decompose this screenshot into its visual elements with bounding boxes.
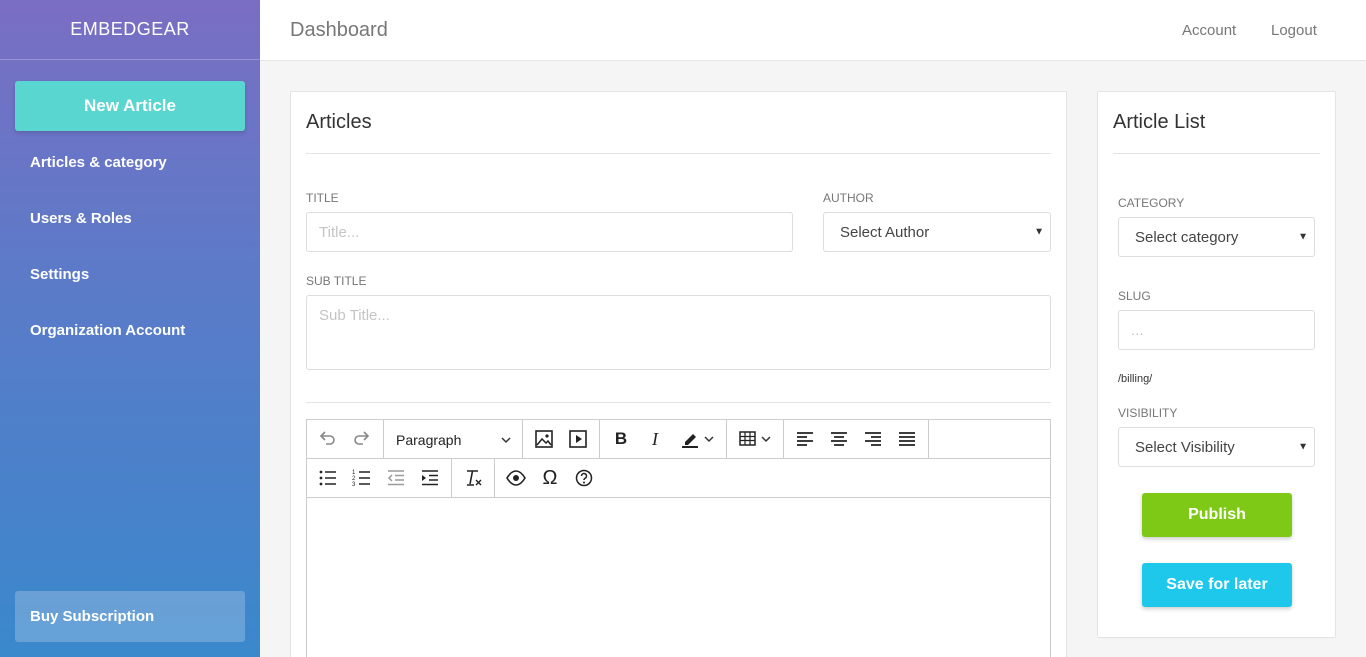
format-group: B I — [600, 420, 727, 458]
author-label: AUTHOR — [823, 191, 874, 205]
clear-format-icon[interactable] — [459, 464, 487, 492]
subtitle-input[interactable] — [306, 295, 1051, 370]
image-icon[interactable] — [530, 425, 558, 453]
sidebar-item-articles-category[interactable]: Articles & category — [30, 154, 167, 171]
sidebar-item-organization-account[interactable]: Organization Account — [30, 322, 185, 339]
italic-icon[interactable]: I — [641, 425, 669, 453]
paragraph-select-value: Paragraph — [396, 432, 462, 448]
align-left-icon[interactable] — [791, 425, 819, 453]
divider — [1113, 153, 1320, 154]
align-center-icon[interactable] — [825, 425, 853, 453]
chevron-down-icon — [501, 437, 511, 444]
editor-toolbar-row-1: Paragraph B I — [307, 420, 1050, 459]
caret-down-icon: ▼ — [1034, 226, 1044, 238]
article-list-card — [1097, 91, 1336, 638]
sidebar-item-users-roles[interactable]: Users & Roles — [30, 210, 132, 227]
align-right-icon[interactable] — [859, 425, 887, 453]
slug-label: SLUG — [1118, 289, 1151, 303]
author-select[interactable]: Select Author ▼ — [823, 212, 1051, 252]
special-char-icon[interactable]: Ω — [536, 464, 564, 492]
brand-logo: EMBEDGEAR — [0, 0, 260, 60]
indent-icon[interactable] — [416, 464, 444, 492]
bullet-list-icon[interactable] — [314, 464, 342, 492]
list-group: 123 — [307, 459, 452, 497]
author-select-value: Select Author — [840, 223, 930, 241]
article-list-title: Article List — [1113, 111, 1206, 133]
category-select[interactable]: Select category ▼ — [1118, 217, 1315, 257]
divider — [306, 153, 1051, 154]
visibility-select-value: Select Visibility — [1135, 438, 1235, 456]
category-label: CATEGORY — [1118, 196, 1185, 210]
help-icon[interactable] — [570, 464, 598, 492]
slug-input[interactable] — [1118, 310, 1315, 350]
caret-down-icon: ▼ — [1298, 441, 1308, 453]
preview-icon[interactable] — [502, 464, 530, 492]
sidebar-item-settings[interactable]: Settings — [30, 266, 89, 283]
save-for-later-button[interactable]: Save for later — [1142, 563, 1292, 607]
publish-button[interactable]: Publish — [1142, 493, 1292, 537]
table-group — [727, 420, 784, 458]
title-label: TITLE — [306, 191, 339, 205]
numbered-list-icon[interactable]: 123 — [348, 464, 376, 492]
new-article-button[interactable]: New Article — [15, 81, 245, 131]
divider — [306, 402, 1051, 403]
svg-text:3: 3 — [352, 482, 356, 488]
align-group — [784, 420, 929, 458]
top-bar: Dashboard Account Logout — [260, 0, 1366, 61]
sidebar: EMBEDGEAR New Article Articles & categor… — [0, 0, 260, 657]
paragraph-select[interactable]: Paragraph — [384, 420, 523, 458]
rich-text-editor[interactable]: Paragraph B I 1 2 3 Ω — [306, 419, 1051, 657]
redo-icon[interactable] — [348, 425, 376, 453]
account-link[interactable]: Account — [1182, 22, 1236, 39]
visibility-label: VISIBILITY — [1118, 406, 1178, 420]
highlight-icon[interactable] — [675, 425, 721, 453]
outdent-icon[interactable] — [382, 464, 410, 492]
page-title: Dashboard — [290, 19, 388, 41]
table-icon[interactable] — [734, 425, 778, 453]
editor-content-area[interactable] — [307, 498, 1050, 657]
category-select-value: Select category — [1135, 228, 1239, 246]
editor-toolbar-row-2: 123 Ω — [307, 459, 1050, 498]
slug-path: /billing/ — [1118, 373, 1153, 385]
articles-title: Articles — [306, 111, 372, 133]
subtitle-label: SUB TITLE — [306, 274, 367, 288]
media-group — [523, 420, 600, 458]
caret-down-icon: ▼ — [1298, 231, 1308, 243]
history-group — [307, 420, 384, 458]
misc-group: Ω — [495, 459, 606, 497]
visibility-select[interactable]: Select Visibility ▼ — [1118, 427, 1315, 467]
logout-link[interactable]: Logout — [1271, 22, 1317, 39]
bold-icon[interactable]: B — [607, 425, 635, 453]
align-justify-icon[interactable] — [893, 425, 921, 453]
undo-icon[interactable] — [313, 425, 341, 453]
clear-group — [452, 459, 495, 497]
buy-subscription-button[interactable]: Buy Subscription — [15, 591, 245, 642]
title-input[interactable] — [306, 212, 793, 252]
video-icon[interactable] — [564, 425, 592, 453]
